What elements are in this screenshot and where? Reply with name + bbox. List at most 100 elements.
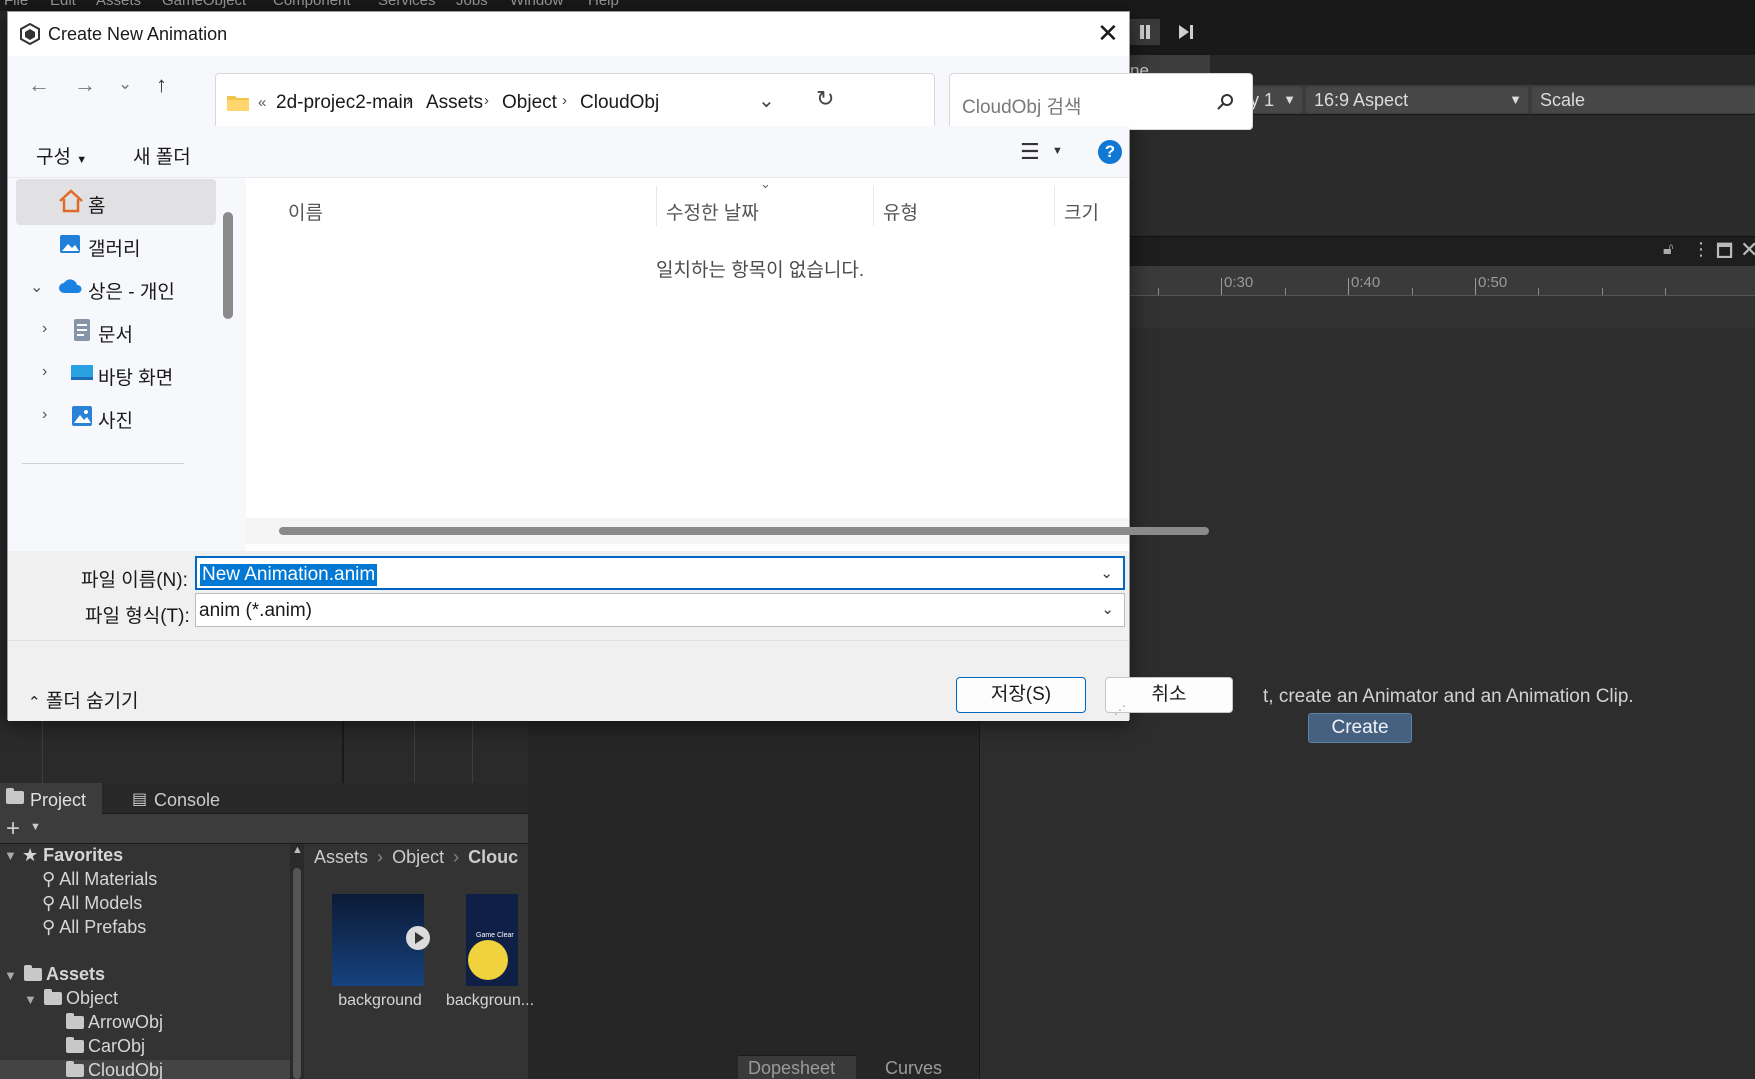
expand-arrow-icon[interactable]: ▼ (4, 848, 17, 863)
scroll-up-icon[interactable]: ▲ (292, 844, 303, 856)
organize-button[interactable]: 구성 ▼ (36, 142, 87, 169)
timeline-ruler[interactable]: 0:30 0:40 0:50 (1130, 266, 1755, 296)
aspect-dropdown[interactable]: 16:9 Aspect ▼ (1306, 87, 1528, 113)
new-folder-button[interactable]: 새 폴더 (133, 142, 191, 169)
add-icon[interactable]: + (6, 815, 20, 843)
chevron-right-icon[interactable]: › (406, 92, 411, 109)
documents-icon (74, 319, 90, 341)
favorites-item[interactable]: ★ Favorites (22, 845, 123, 866)
folder-icon (227, 96, 249, 111)
menu-component[interactable]: Component (273, 0, 351, 9)
forward-arrow-icon[interactable]: → (74, 72, 96, 98)
hide-folders-toggle[interactable]: ⌃ 폴더 숨기기 (28, 686, 139, 713)
fav-all-prefabs[interactable]: ⚲ All Prefabs (42, 917, 146, 938)
menu-services[interactable]: Services (378, 0, 436, 9)
chevron-right-icon[interactable]: › (42, 320, 47, 338)
column-modified[interactable]: 수정한 날짜 (666, 198, 759, 225)
chevron-right-icon[interactable]: › (42, 363, 47, 381)
search-box[interactable]: CloudObj 검색 (949, 73, 1253, 130)
tab-dopesheet[interactable]: Dopesheet (748, 1058, 835, 1079)
view-list-icon[interactable]: ☰ (1020, 139, 1040, 165)
fav-all-materials[interactable]: ⚲ All Materials (42, 869, 157, 890)
step-button[interactable] (1170, 19, 1200, 45)
column-size[interactable]: 크기 (1064, 198, 1099, 225)
create-animation-button[interactable]: Create (1308, 713, 1412, 743)
chevron-down-icon[interactable]: ▼ (30, 821, 41, 833)
chevron-down-icon[interactable]: ⌄ (1101, 600, 1114, 618)
project-toolbar: + ▼ (0, 814, 528, 844)
crumb-object[interactable]: Object (502, 92, 557, 114)
crumb-cloudobj[interactable]: CloudObj (580, 92, 659, 114)
horizontal-scrollbar-thumb[interactable] (279, 527, 1209, 535)
recent-chevron-icon[interactable]: ⌄ (118, 74, 132, 94)
address-bar[interactable]: « 2d-projec2-main › Assets › Object › Cl… (215, 73, 935, 130)
crumb-assets[interactable]: Assets (314, 847, 368, 867)
menu-jobs[interactable]: Jobs (456, 0, 488, 9)
expand-arrow-icon[interactable]: ▼ (4, 968, 17, 983)
close-icon[interactable]: ✕ (1097, 18, 1119, 49)
cloudobj-folder[interactable]: CloudObj (66, 1060, 163, 1079)
folder-icon (24, 965, 42, 981)
crumb-object[interactable]: Object (392, 847, 444, 867)
save-button[interactable]: 저장(S) (956, 677, 1086, 713)
tab-curves[interactable]: Curves (885, 1058, 942, 1079)
nav-item-pictures[interactable]: › 사진 (16, 394, 216, 440)
column-name[interactable]: 이름 (288, 198, 323, 225)
refresh-icon[interactable]: ↻ (816, 86, 834, 112)
search-icon[interactable] (1216, 93, 1234, 111)
close-icon[interactable]: ✕ (1740, 237, 1755, 263)
crumb-assets[interactable]: Assets (426, 92, 483, 114)
crumb-cloudobj[interactable]: Clouc (468, 847, 518, 867)
nav-item-gallery[interactable]: 갤러리 (16, 222, 216, 268)
menu-assets[interactable]: Assets (96, 0, 141, 9)
chevron-right-icon[interactable]: › (42, 406, 47, 424)
maximize-icon[interactable]: 🗖︎ (1716, 239, 1733, 269)
menu-file[interactable]: File (4, 0, 28, 9)
nav-scrollbar-thumb[interactable] (223, 212, 233, 319)
nav-item-documents[interactable]: › 문서 (16, 308, 216, 354)
chevron-right-icon[interactable]: › (484, 92, 489, 109)
menu-window[interactable]: Window (510, 0, 563, 9)
column-type[interactable]: 유형 (883, 198, 918, 225)
overflow-chevron[interactable]: « (258, 94, 266, 111)
dialog-titlebar[interactable]: Create New Animation ✕ (8, 12, 1129, 56)
tab-project[interactable]: Project (30, 790, 86, 811)
nav-item-home[interactable]: 홈 (16, 179, 216, 225)
file-name-input[interactable]: New Animation.anim ⌄ (195, 556, 1125, 590)
expand-arrow-icon[interactable]: ▼ (24, 992, 37, 1007)
chevron-down-icon[interactable]: ▼ (1052, 145, 1063, 157)
object-folder[interactable]: Object (44, 988, 118, 1009)
help-button[interactable]: ? (1098, 140, 1122, 164)
tree-scrollbar[interactable]: ▲ (290, 844, 304, 1079)
menu-gameobject[interactable]: GameObject (162, 0, 246, 9)
menu-help[interactable]: Help (588, 0, 619, 9)
resize-grip-icon[interactable]: ⋰ (1114, 703, 1126, 717)
chevron-down-icon[interactable]: ⌄ (1100, 564, 1113, 582)
fav-all-models[interactable]: ⚲ All Models (42, 893, 142, 914)
address-dropdown-icon[interactable]: ⌄ (758, 88, 775, 113)
folder-icon (66, 1037, 84, 1053)
menu-edit[interactable]: Edit (50, 0, 76, 9)
arrowobj-folder[interactable]: ArrowObj (66, 1012, 163, 1033)
pause-button[interactable] (1130, 19, 1160, 45)
chevron-down-icon[interactable]: ⌄ (30, 277, 43, 297)
chevron-right-icon[interactable]: › (562, 92, 567, 109)
nav-item-desktop[interactable]: › 바탕 화면 (16, 351, 216, 397)
scale-slider[interactable]: Scale (1532, 87, 1755, 113)
lock-icon[interactable]: 🔓︎ (1663, 241, 1673, 259)
carobj-folder[interactable]: CarObj (66, 1036, 145, 1057)
play-icon[interactable] (406, 926, 430, 950)
background-sprite-thumbnail[interactable]: Game Clear (466, 894, 518, 986)
more-icon[interactable]: ⋮ (1692, 239, 1710, 260)
nav-item-onedrive[interactable]: ⌄ 상은 - 개인 (16, 265, 216, 311)
crumb-project[interactable]: 2d-projec2-main (276, 92, 413, 114)
unity-toolbar (1130, 11, 1755, 55)
up-arrow-icon[interactable]: ↑ (156, 72, 167, 98)
back-arrow-icon[interactable]: ← (28, 72, 50, 98)
file-name-label: 파일 이름(N): (81, 570, 188, 591)
assets-folder[interactable]: Assets (24, 964, 105, 985)
gallery-icon (60, 235, 80, 253)
tab-console[interactable]: Console (154, 790, 220, 811)
file-type-select[interactable]: anim (*.anim) ⌄ (195, 593, 1125, 627)
asset-label: backgroun... (446, 992, 535, 1009)
